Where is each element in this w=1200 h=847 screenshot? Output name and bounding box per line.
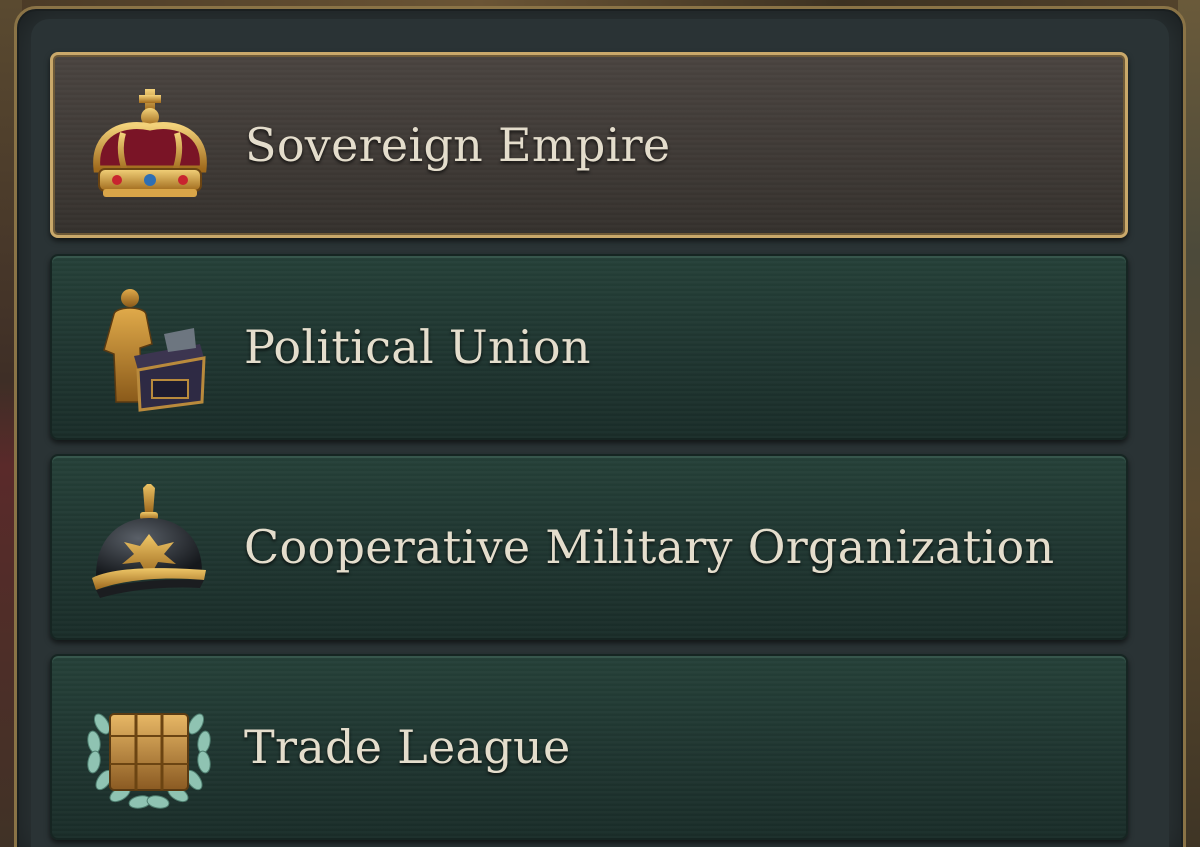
option-label: Cooperative Military Organization [244, 520, 1055, 574]
option-trade-league[interactable]: Trade League [50, 654, 1128, 840]
option-label: Sovereign Empire [245, 118, 671, 172]
option-sovereign-empire[interactable]: Sovereign Empire [50, 52, 1128, 238]
option-label: Political Union [244, 320, 591, 374]
trade-goods-laurel-icon [82, 684, 216, 814]
spiked-helmet-icon [82, 484, 216, 614]
statesman-podium-icon [82, 284, 216, 414]
option-political-union[interactable]: Political Union [50, 254, 1128, 440]
option-cooperative-military-organization[interactable]: Cooperative Military Organization [50, 454, 1128, 640]
game-screen: Sovereign Empire Political Union Coopera… [0, 0, 1200, 847]
option-label: Trade League [244, 720, 571, 774]
crown-icon [83, 83, 217, 213]
